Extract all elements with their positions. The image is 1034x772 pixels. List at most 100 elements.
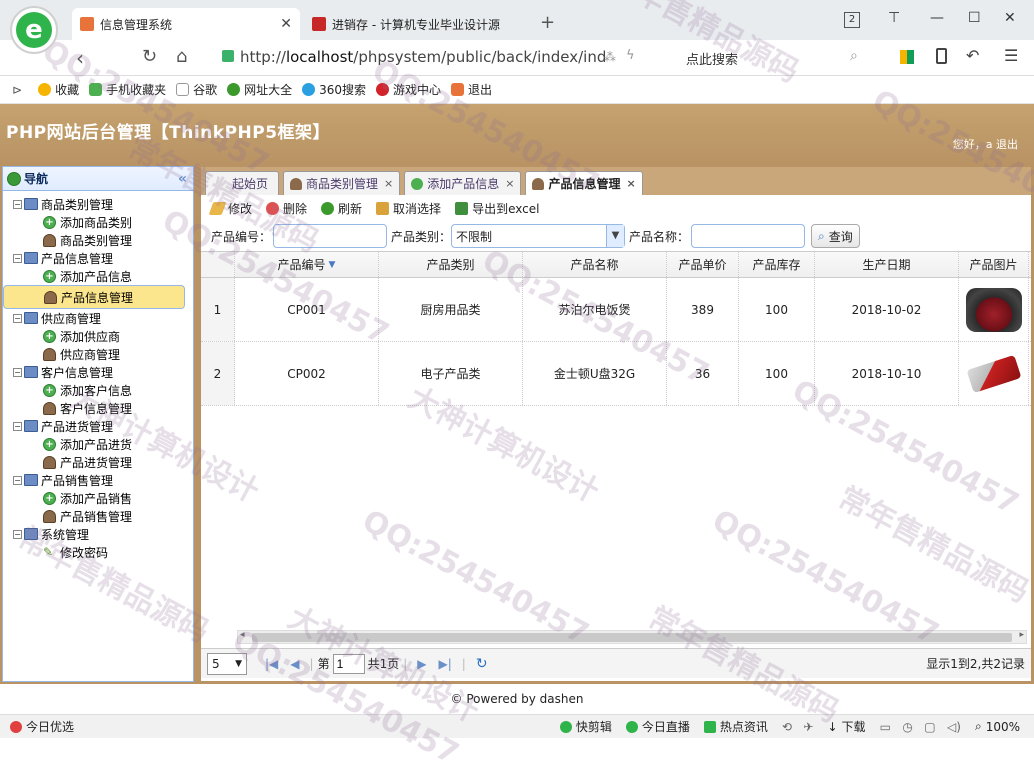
scroll-thumb[interactable] [252,633,1012,642]
horizontal-scrollbar[interactable]: ◂ ▸ [237,630,1027,644]
apps-icon[interactable] [900,50,914,64]
nav-group-6[interactable]: − 系统管理 [3,525,193,543]
page-tab-1[interactable]: 商品类别管理 × [283,171,401,195]
close-tab-icon[interactable]: × [505,177,514,190]
search-icon[interactable]: ⌕ [850,48,858,64]
nav-item-6-0[interactable]: ✎ 修改密码 [3,543,193,561]
nav-group-3[interactable]: − 客户信息管理 [3,363,193,381]
collapse-toggle-icon[interactable]: − [13,313,22,323]
reload-icon[interactable]: ↻ [476,656,488,672]
logout-link[interactable]: 退出 [996,138,1018,151]
nav-item-4-1[interactable]: 产品进货管理 [3,453,193,471]
column-header-6[interactable]: 产品图片 [959,252,1029,277]
bookmark-exit[interactable]: 退出 [451,81,492,98]
undo-icon[interactable]: ↶ [966,46,979,65]
unselect-button[interactable]: 取消选择 [376,200,441,217]
collapse-toggle-icon[interactable]: − [13,529,22,539]
edit-button[interactable]: 修改 [208,200,252,217]
page-tab-3[interactable]: 产品信息管理 × [525,171,643,195]
maximize-icon[interactable]: ☐ [968,10,981,26]
status-download[interactable]: ↓ 下载 [827,718,865,735]
nav-group-0[interactable]: − 商品类别管理 [3,195,193,213]
new-tab-button[interactable]: + [540,12,555,33]
column-header-5[interactable]: 生产日期 [815,252,959,277]
status-quick-clip[interactable]: 快剪辑 [559,718,612,735]
column-header-0[interactable]: 产品编号 ▼ [235,252,379,277]
category-select[interactable]: 不限制 ▼ [451,224,626,248]
product-code-input[interactable] [273,224,388,248]
nav-group-5[interactable]: − 产品销售管理 [3,471,193,489]
zoom-control[interactable]: ⌕ 100% [975,719,1020,734]
collapse-toggle-icon[interactable]: − [13,253,22,263]
tab-close-icon[interactable]: ✕ [280,16,292,32]
sidebar-toggle-icon[interactable]: ⊳ [12,83,22,97]
nav-group-2[interactable]: − 供应商管理 [3,309,193,327]
status-tool-icons[interactable]: ▭ ◷ ▢ ◁) [880,720,961,734]
status-news[interactable]: 热点资讯 [703,718,768,735]
close-tab-icon[interactable]: × [627,177,636,190]
page-tab-0[interactable]: 起始页 [205,171,280,195]
page-size-select[interactable]: 5 ▼ [207,652,247,675]
scroll-left-icon[interactable]: ◂ [240,630,245,640]
column-header-3[interactable]: 产品单价 [667,252,739,277]
status-today-picks[interactable]: 今日优选 [10,718,74,735]
column-header-4[interactable]: 产品库存 [739,252,815,277]
bookmark-360-search[interactable]: 360搜索 [302,81,366,98]
collapse-nav-icon[interactable]: « [178,171,187,187]
browser-tab-2[interactable]: 进销存 - 计算机专业毕业设计源 [304,8,534,40]
grid-icon[interactable]: ⁂ [604,50,616,64]
back-icon[interactable]: ‹ [76,46,84,70]
query-button[interactable]: ⌕ 查询 [811,224,860,248]
bookmark-favorites[interactable]: 收藏 [38,81,79,98]
collapse-toggle-icon[interactable]: − [13,475,22,485]
nav-group-1[interactable]: − 产品信息管理 [3,249,193,267]
close-tab-icon[interactable]: × [384,177,393,190]
page-tab-2[interactable]: 添加产品信息 × [404,171,522,195]
collapse-toggle-icon[interactable]: − [13,421,22,431]
nav-item-1-0[interactable]: + 添加产品信息 [3,267,193,285]
bookmark-mobile[interactable]: 手机收藏夹 [89,81,166,98]
nav-group-4[interactable]: − 产品进货管理 [3,417,193,435]
sort-desc-icon[interactable]: ▼ [329,260,336,270]
nav-item-1-1[interactable]: 产品信息管理 [3,285,185,309]
phone-icon[interactable] [936,48,947,64]
nav-item-3-1[interactable]: 客户信息管理 [3,399,193,417]
nav-item-0-1[interactable]: 商品类别管理 [3,231,193,249]
nav-item-4-0[interactable]: + 添加产品进货 [3,435,193,453]
browser-logo[interactable]: e [10,6,58,54]
last-page-icon[interactable]: ▶| [439,657,452,671]
bookmark-sites[interactable]: 网址大全 [227,81,292,98]
column-header-1[interactable]: 产品类别 [379,252,523,277]
tab-count-badge[interactable]: 2 [844,12,860,28]
delete-button[interactable]: 删除 [266,200,307,217]
chevron-down-icon[interactable]: ▼ [606,225,625,247]
nav-item-5-1[interactable]: 产品销售管理 [3,507,193,525]
reload-icon[interactable]: ↻ [142,46,157,67]
url-field[interactable]: http://localhost/phpsystem/public/back/i… [240,48,606,66]
shirt-icon[interactable]: ⊤ [888,10,900,26]
first-page-icon[interactable]: |◀ [265,657,278,671]
menu-icon[interactable]: ☰ [1004,46,1018,65]
nav-item-2-0[interactable]: + 添加供应商 [3,327,193,345]
nav-item-2-1[interactable]: 供应商管理 [3,345,193,363]
status-misc-icons[interactable]: ⟲ ✈ [782,720,814,734]
collapse-toggle-icon[interactable]: − [13,199,22,209]
column-header-2[interactable]: 产品名称 [523,252,667,277]
table-row[interactable]: 2 CP002 电子产品类 金士顿U盘32G 36 100 2018-10-10 [201,342,1031,406]
table-row[interactable]: 1 CP001 厨房用品类 苏泊尔电饭煲 389 100 2018-10-02 [201,278,1031,342]
nav-item-0-0[interactable]: + 添加商品类别 [3,213,193,231]
lightning-icon[interactable]: ϟ [626,48,635,63]
status-live[interactable]: 今日直播 [625,718,690,735]
product-name-input[interactable] [691,224,806,248]
bookmark-games[interactable]: 游戏中心 [376,81,441,98]
browser-tab-active[interactable]: 信息管理系统 ✕ [72,8,300,40]
bookmark-google[interactable]: 谷歌 [176,81,217,98]
minimize-icon[interactable]: — [930,10,944,26]
home-icon[interactable]: ⌂ [176,46,187,67]
page-number-input[interactable] [332,653,365,674]
search-field[interactable]: 点此搜索 [686,49,738,68]
scroll-right-icon[interactable]: ▸ [1019,630,1024,640]
prev-page-icon[interactable]: ◀ [290,657,299,671]
nav-item-3-0[interactable]: + 添加客户信息 [3,381,193,399]
nav-item-5-0[interactable]: + 添加产品销售 [3,489,193,507]
